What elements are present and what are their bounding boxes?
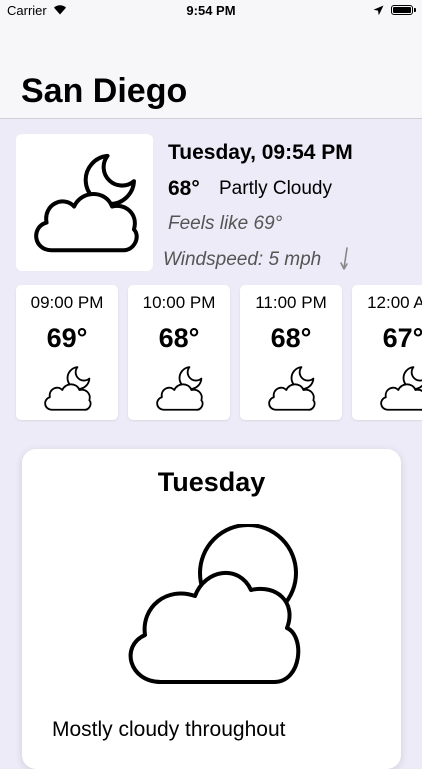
daily-forecast-card[interactable]: Tuesday Mostly cloudy throughout (22, 449, 401, 769)
hourly-card[interactable]: 09:00 PM 69° (16, 285, 118, 420)
status-time: 9:54 PM (186, 3, 236, 18)
partly-cloudy-day-icon (128, 524, 301, 684)
current-condition: Partly Cloudy (219, 178, 332, 199)
hourly-card[interactable]: 12:00 AM 67° (352, 285, 422, 420)
page-title: San Diego (21, 72, 188, 110)
partly-cloudy-night-icon (41, 364, 93, 416)
current-datetime: Tuesday, 09:54 PM (168, 141, 353, 164)
hour-time: 12:00 AM (367, 293, 422, 312)
hour-temperature: 67° (382, 323, 422, 353)
hourly-card[interactable]: 11:00 PM 68° (240, 285, 342, 420)
partly-cloudy-night-icon (27, 149, 142, 264)
navigation-bar: San Diego (0, 22, 422, 119)
hourly-forecast-strip[interactable]: 09:00 PM 69° 10:00 PM 68° 11:00 PM 68° 1… (0, 285, 422, 422)
hour-temperature: 69° (46, 323, 88, 353)
battery-icon (391, 5, 416, 15)
hour-time: 11:00 PM (255, 293, 327, 312)
partly-cloudy-night-icon (153, 364, 205, 416)
daily-summary: Mostly cloudy throughout (52, 718, 286, 741)
windspeed: Windspeed: 5 mph (163, 249, 322, 270)
current-weather-icon-box (16, 134, 153, 271)
partly-cloudy-night-icon (265, 364, 317, 416)
current-temperature: 68° (168, 177, 200, 200)
wind-direction-arrow-icon (340, 247, 348, 270)
location-arrow-icon (373, 5, 384, 16)
hourly-card[interactable]: 10:00 PM 68° (128, 285, 230, 420)
hour-temperature: 68° (158, 323, 200, 353)
daily-day: Tuesday (157, 467, 266, 497)
hour-time: 09:00 PM (30, 293, 104, 312)
hour-temperature: 68° (270, 323, 312, 353)
hour-time: 10:00 PM (142, 293, 216, 312)
feels-like: Feels like 69° (168, 213, 283, 234)
partly-cloudy-night-icon (377, 364, 422, 416)
status-bar: Carrier 9:54 PM (0, 0, 422, 22)
